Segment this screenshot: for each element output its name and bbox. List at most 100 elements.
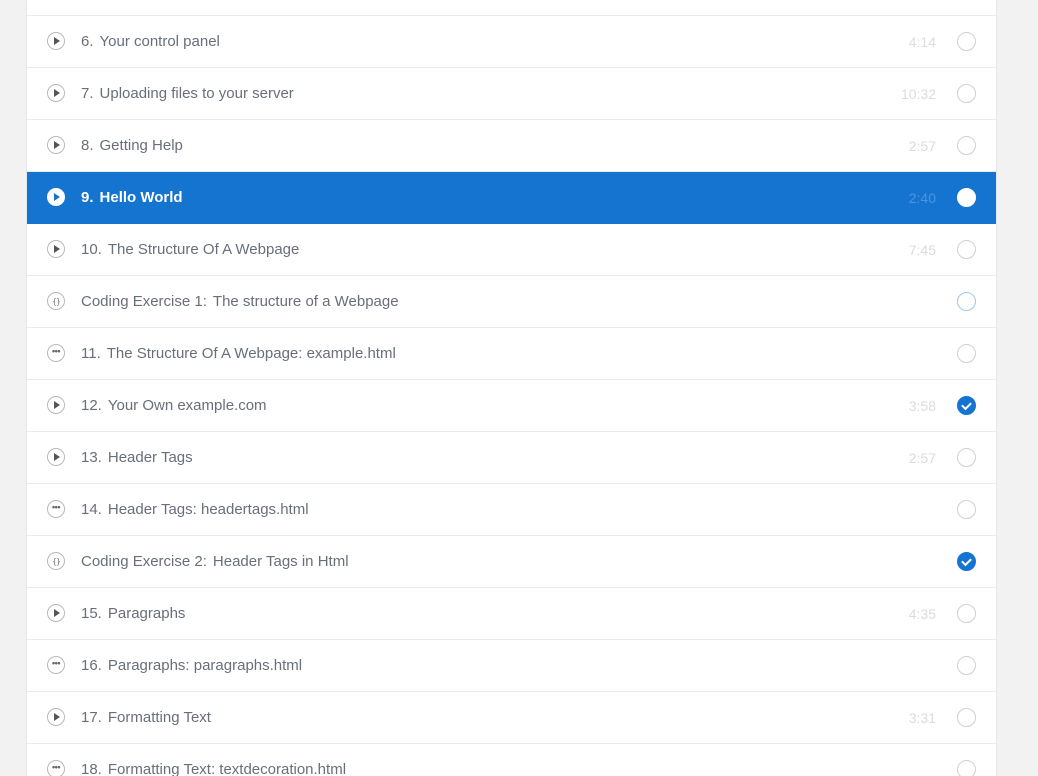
- lecture-title-text: Hello World: [99, 189, 183, 206]
- code-braces-icon[interactable]: {}: [47, 292, 65, 310]
- ellipsis-icon[interactable]: •••: [47, 500, 65, 518]
- lecture-title: 15. Paragraphs: [81, 588, 185, 640]
- progress-circle-icon[interactable]: [957, 448, 976, 467]
- play-icon[interactable]: [47, 448, 65, 466]
- ellipsis-icon[interactable]: •••: [47, 656, 65, 674]
- progress-circle-icon[interactable]: [957, 656, 976, 675]
- curriculum-panel: 6. Your control panel 4:14 7. Uploading file…: [26, 0, 997, 776]
- lecture-number: 7.: [81, 85, 94, 102]
- lecture-duration: 3:31: [908, 710, 936, 726]
- lecture-number: Coding Exercise 2:: [81, 553, 207, 570]
- progress-circle-icon[interactable]: [957, 32, 976, 51]
- lecture-number: 14.: [81, 501, 102, 518]
- ellipsis-glyph: •••: [52, 761, 60, 772]
- play-icon[interactable]: [47, 240, 65, 258]
- lecture-title-text: The Structure Of A Webpage: example.html: [106, 345, 396, 362]
- lecture-title: 10. The Structure Of A Webpage: [81, 224, 299, 276]
- ellipsis-glyph: •••: [52, 657, 60, 668]
- progress-circle-icon[interactable]: [957, 240, 976, 259]
- lecture-title: 16. Paragraphs: paragraphs.html: [81, 640, 302, 692]
- play-icon[interactable]: [47, 32, 65, 50]
- lecture-row[interactable]: 8. Getting Help 2:57: [27, 120, 996, 172]
- lecture-title: Coding Exercise 1: The structure of a Web…: [81, 276, 399, 328]
- progress-circle-icon[interactable]: [957, 188, 976, 207]
- braces-glyph: {}: [52, 296, 61, 306]
- lecture-title: 9. Hello World: [81, 172, 183, 224]
- lecture-duration: 7:45: [908, 242, 936, 258]
- lecture-row[interactable]: {} Coding Exercise 2: Header Tags in Html: [27, 536, 996, 588]
- lecture-title-text: Header Tags: headertags.html: [107, 501, 309, 518]
- play-icon[interactable]: [47, 396, 65, 414]
- lecture-title-text: Formatting Text: textdecoration.html: [107, 761, 347, 776]
- lecture-title-text: Header Tags in Html: [212, 553, 349, 570]
- completed-check-icon[interactable]: [957, 396, 976, 415]
- play-triangle: [54, 193, 60, 201]
- lecture-title: 14. Header Tags: headertags.html: [81, 484, 309, 536]
- play-icon[interactable]: [47, 84, 65, 102]
- lecture-row[interactable]: 15. Paragraphs 4:35: [27, 588, 996, 640]
- lecture-duration: 4:14: [908, 34, 936, 50]
- play-triangle: [54, 89, 60, 97]
- play-icon[interactable]: [47, 188, 65, 206]
- lecture-row[interactable]: 10. The Structure Of A Webpage 7:45: [27, 224, 996, 276]
- lecture-row[interactable]: 12. Your Own example.com 3:58: [27, 380, 996, 432]
- lecture-row[interactable]: 17. Formatting Text 3:31: [27, 692, 996, 744]
- list-top-edge: [27, 0, 996, 16]
- progress-circle-icon[interactable]: [957, 604, 976, 623]
- lecture-duration: 3:58: [908, 398, 936, 414]
- progress-circle-icon[interactable]: [957, 500, 976, 519]
- lecture-title: 7. Uploading files to your server: [81, 68, 294, 120]
- lecture-title-text: Formatting Text: [107, 709, 211, 726]
- lecture-number: 10.: [81, 241, 102, 258]
- play-triangle: [54, 453, 60, 461]
- play-icon[interactable]: [47, 136, 65, 154]
- lecture-list: 6. Your control panel 4:14 7. Uploading file…: [27, 16, 996, 776]
- lecture-title: 18. Formatting Text: textdecoration.html: [81, 744, 346, 776]
- lecture-duration: 4:35: [908, 606, 936, 622]
- lecture-row-current[interactable]: 9. Hello World 2:40: [27, 172, 996, 224]
- lecture-title-text: The structure of a Webpage: [212, 293, 399, 310]
- play-icon[interactable]: [47, 708, 65, 726]
- lecture-number: 9.: [81, 189, 94, 206]
- lecture-title-text: Your control panel: [99, 33, 220, 50]
- lecture-number: 8.: [81, 137, 94, 154]
- lecture-title-text: Getting Help: [99, 137, 183, 154]
- lecture-duration: 2:57: [908, 138, 936, 154]
- play-icon[interactable]: [47, 604, 65, 622]
- lecture-number: 11.: [81, 345, 101, 362]
- lecture-number: 17.: [81, 709, 102, 726]
- play-triangle: [54, 713, 60, 721]
- lecture-row[interactable]: ••• 14. Header Tags: headertags.html: [27, 484, 996, 536]
- lecture-title-text: Header Tags: [107, 449, 193, 466]
- lecture-title-text: The Structure Of A Webpage: [107, 241, 300, 258]
- completed-check-icon[interactable]: [957, 552, 976, 571]
- braces-glyph: {}: [52, 556, 61, 566]
- play-triangle: [54, 245, 60, 253]
- progress-circle-icon[interactable]: [957, 292, 976, 311]
- lecture-row[interactable]: 6. Your control panel 4:14: [27, 16, 996, 68]
- progress-circle-icon[interactable]: [957, 760, 976, 776]
- lecture-number: Coding Exercise 1:: [81, 293, 207, 310]
- play-triangle: [54, 401, 60, 409]
- lecture-row[interactable]: ••• 16. Paragraphs: paragraphs.html: [27, 640, 996, 692]
- lecture-row[interactable]: {} Coding Exercise 1: The structure of a W…: [27, 276, 996, 328]
- lecture-title: 12. Your Own example.com: [81, 380, 267, 432]
- lecture-title: Coding Exercise 2: Header Tags in Html: [81, 536, 349, 588]
- ellipsis-icon[interactable]: •••: [47, 760, 65, 776]
- ellipsis-glyph: •••: [52, 501, 60, 512]
- lecture-row[interactable]: 7. Uploading files to your server 10:32: [27, 68, 996, 120]
- progress-circle-icon[interactable]: [957, 84, 976, 103]
- lecture-title: 6. Your control panel: [81, 16, 220, 68]
- play-triangle: [54, 141, 60, 149]
- lecture-number: 16.: [81, 657, 102, 674]
- play-triangle: [54, 609, 60, 617]
- progress-circle-icon[interactable]: [957, 708, 976, 727]
- lecture-row[interactable]: ••• 18. Formatting Text: textdecoration.ht…: [27, 744, 996, 776]
- code-braces-icon[interactable]: {}: [47, 552, 65, 570]
- lecture-row[interactable]: ••• 11. The Structure Of A Webpage: exampl…: [27, 328, 996, 380]
- lecture-title-text: Your Own example.com: [107, 397, 267, 414]
- progress-circle-icon[interactable]: [957, 136, 976, 155]
- ellipsis-icon[interactable]: •••: [47, 344, 65, 362]
- progress-circle-icon[interactable]: [957, 344, 976, 363]
- lecture-row[interactable]: 13. Header Tags 2:57: [27, 432, 996, 484]
